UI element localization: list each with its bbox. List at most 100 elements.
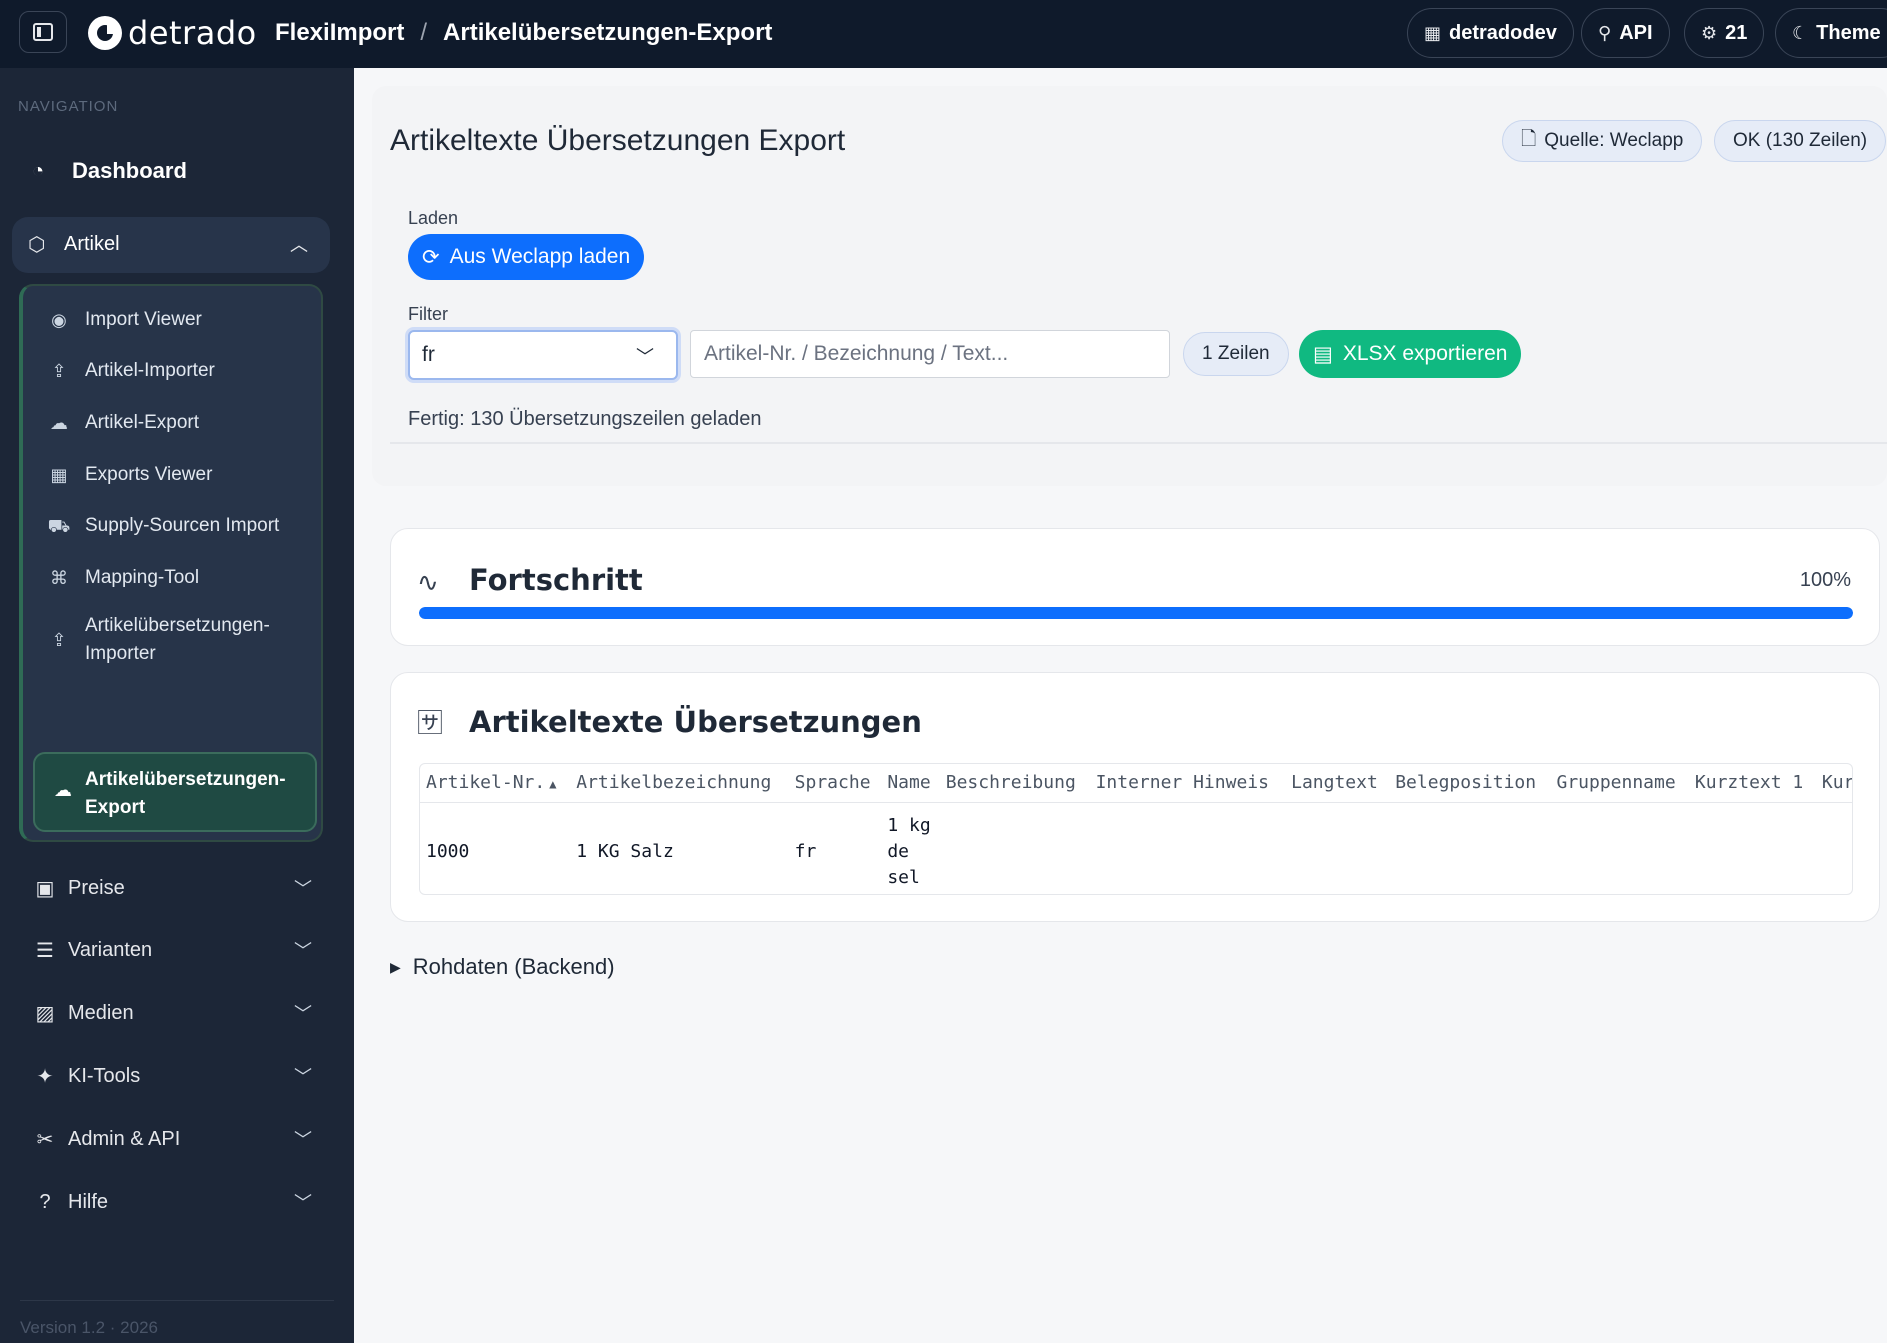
sidebar-group-label: Artikel <box>64 233 120 255</box>
sidebar-item-mapping-tool[interactable]: ⌘ Mapping-Tool <box>45 564 199 592</box>
sidebar-item-label: Artikel-Importer <box>85 360 215 381</box>
cell-langtext <box>1285 802 1389 894</box>
jobs-button[interactable]: ⚙ 21 <box>1684 8 1765 58</box>
raw-data-disclosure[interactable]: ▶ Rohdaten (Backend) <box>390 954 615 980</box>
cell-beschreibung <box>940 802 1090 894</box>
logo-mark-icon <box>88 16 122 50</box>
cloud-download-icon: ☁ <box>50 413 68 433</box>
sidebar-item-label: Exports Viewer <box>85 464 213 485</box>
progress-bar <box>419 607 1853 619</box>
plug-icon: ⚲ <box>1598 22 1612 43</box>
language-select-value: fr <box>422 343 435 366</box>
disclosure-triangle-icon: ▶ <box>390 958 401 975</box>
column-header-artikelbezeichnung[interactable]: Artikelbezeichnung <box>570 764 789 803</box>
sidebar-item-artikel-importer[interactable]: ⇪ Artikel-Importer <box>45 357 215 385</box>
theme-button[interactable]: ☾ Theme <box>1775 8 1887 58</box>
sidebar-item-uebersetzungen-importer[interactable]: ⇪ Artikelübersetzungen- Importer <box>45 612 269 668</box>
chevron-down-icon: ﹀ <box>636 347 654 367</box>
column-header-label: Artikel-Nr. <box>426 772 546 794</box>
column-header-kurztext[interactable]: Kurztext <box>1815 764 1852 803</box>
status-badge: OK (130 Zeilen) <box>1714 120 1887 162</box>
sidebar-item-label: Supply-Sourcen Import <box>85 515 280 536</box>
sidebar-group-preise[interactable]: ▣ Preise ﹀ <box>32 873 312 903</box>
page-title: Artikeltexte Übersetzungen Export <box>390 124 846 157</box>
column-header-sprache[interactable]: Sprache <box>788 764 882 803</box>
jobs-count: 21 <box>1725 21 1748 44</box>
version-text: Version 1.2 · 2026 <box>20 1318 158 1337</box>
column-header-langtext[interactable]: Langtext <box>1285 764 1390 803</box>
source-badge-label: Quelle: Weclapp <box>1544 130 1684 151</box>
sidebar-item-dashboard[interactable]: ◔ Dashboard <box>32 158 187 184</box>
sidebar-group-label: Medien <box>68 1001 134 1024</box>
column-header-name[interactable]: Name <box>881 764 940 803</box>
chevron-up-icon: ︿ <box>290 235 308 255</box>
eye-icon: ◉ <box>51 310 67 330</box>
table-header-row: Artikel-Nr. ▲ Artikelbezeichnung Sprache … <box>420 764 1852 803</box>
progress-percent: 100% <box>1799 569 1851 591</box>
load-from-weclapp-button[interactable]: ⟳ Aus Weclapp laden <box>408 234 645 280</box>
logo[interactable]: detrado <box>88 14 257 52</box>
chevron-down-icon: ﹀ <box>294 941 312 961</box>
column-header-belegposition[interactable]: Belegposition <box>1389 764 1551 803</box>
breadcrumb-item-flexiimport[interactable]: FlexiImport <box>275 19 404 47</box>
sidebar-group-label: Varianten <box>68 938 153 961</box>
spreadsheet-icon: ▤ <box>1313 342 1333 366</box>
table-row[interactable]: 1000 1 KG Salz fr 1 kg de sel <box>420 802 1852 894</box>
upload-icon: ⇪ <box>51 361 67 381</box>
column-header-artikel-nr[interactable]: Artikel-Nr. ▲ <box>420 764 571 803</box>
document-icon: 🗋 <box>1521 129 1537 150</box>
box-icon: ⬡ <box>28 234 46 256</box>
sidebar-item-artikel-export[interactable]: ☁ Artikel-Export <box>45 409 199 437</box>
column-header-interner-hinweis[interactable]: Interner Hinweis <box>1089 764 1286 803</box>
section-divider <box>390 442 1887 444</box>
sidebar-group-varianten[interactable]: ☰ Varianten ﹀ <box>32 935 312 965</box>
cell-sprache: fr <box>794 841 817 862</box>
column-header-kurztext-1[interactable]: Kurztext 1 <box>1688 764 1816 803</box>
activity-icon: ∿ <box>417 567 439 597</box>
sidebar-item-import-viewer[interactable]: ◉ Import Viewer <box>45 306 202 334</box>
rows-count-badge: 1 Zeilen <box>1183 332 1289 376</box>
translations-card: 🈂 Artikeltexte Übersetzungen Artikel-Nr.… <box>390 672 1880 922</box>
chevron-down-icon: ﹀ <box>294 1193 312 1213</box>
chevron-down-icon: ﹀ <box>294 1067 312 1087</box>
translations-table-container[interactable]: Artikel-Nr. ▲ Artikelbezeichnung Sprache … <box>419 763 1853 895</box>
sidebar-item-exports-viewer[interactable]: ▦ Exports Viewer <box>45 461 212 489</box>
sidebar-group-artikel[interactable]: ⬡ Artikel ︿ <box>12 217 330 273</box>
sidebar-group-medien[interactable]: ▨ Medien ﹀ <box>32 998 312 1028</box>
sidebar-group-admin-api[interactable]: ✂ Admin & API ﹀ <box>32 1124 312 1154</box>
sidebar-divider <box>20 1300 334 1301</box>
table-icon: ▦ <box>50 465 68 485</box>
status-badge-label: OK (130 Zeilen) <box>1733 130 1868 151</box>
sidebar-toggle-button[interactable] <box>19 11 67 53</box>
sidebar-group-label: KI-Tools <box>68 1064 141 1087</box>
api-button[interactable]: ⚲ API <box>1581 8 1670 58</box>
tools-icon: ✂ <box>36 1128 54 1151</box>
cell-gruppenname <box>1550 802 1688 894</box>
translations-title: Artikeltexte Übersetzungen <box>469 705 922 739</box>
language-select[interactable]: fr ﹀ <box>408 330 678 380</box>
progress-bar-fill <box>419 607 1853 619</box>
load-status-text: Fertig: 130 Übersetzungszeilen geladen <box>408 408 762 430</box>
sidebar-group-hilfe[interactable]: ? Hilfe ﹀ <box>32 1187 312 1217</box>
column-header-gruppenname[interactable]: Gruppenname <box>1550 764 1689 803</box>
column-header-beschreibung[interactable]: Beschreibung <box>939 764 1090 803</box>
chevron-down-icon: ﹀ <box>294 1004 312 1024</box>
nav-heading: NAVIGATION <box>18 98 119 115</box>
search-input[interactable]: Artikel-Nr. / Bezeichnung / Text... <box>690 330 1170 378</box>
cell-kurztext-1 <box>1689 802 1816 894</box>
load-label: Laden <box>408 208 459 228</box>
sidebar-group-label: Admin & API <box>68 1127 181 1150</box>
sliders-icon: ☰ <box>36 939 54 962</box>
sidebar-item-supply-sourcen-import[interactable]: ⛟ Supply-Sourcen Import <box>45 512 280 540</box>
export-button-label: XLSX exportieren <box>1342 342 1508 365</box>
help-icon: ? <box>39 1190 51 1213</box>
money-icon: ▣ <box>35 877 55 900</box>
tenant-button[interactable]: ▦ detradodev <box>1407 8 1574 58</box>
top-bar: detrado FlexiImport / Artikelübersetzung… <box>0 0 1887 68</box>
sidebar-item-label: Dashboard <box>72 158 187 183</box>
xlsx-export-button[interactable]: ▤ XLSX exportieren <box>1299 330 1522 378</box>
sidebar-item-uebersetzungen-export[interactable]: ☁ Artikelübersetzungen- Export <box>33 752 317 832</box>
sidebar-group-ki-tools[interactable]: ✦ KI-Tools ﹀ <box>32 1061 312 1091</box>
artikel-submenu: ◉ Import Viewer ⇪ Artikel-Importer ☁ Art… <box>19 284 323 842</box>
sidebar-item-label: Artikel-Export <box>85 412 200 433</box>
